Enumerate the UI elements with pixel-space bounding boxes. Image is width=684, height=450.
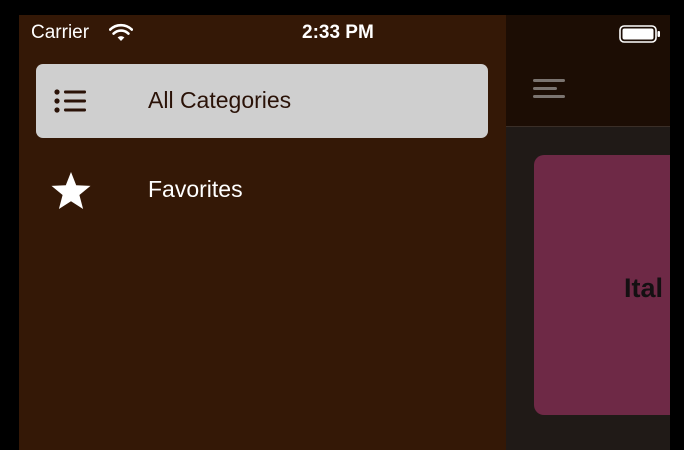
navigation-drawer: All Categories Favorites [19, 15, 506, 450]
wifi-icon [109, 23, 133, 41]
main-content: Ital [506, 15, 670, 450]
drawer-item-favorites[interactable]: Favorites [36, 153, 488, 227]
category-card-title: Ital [624, 273, 664, 303]
carrier-label: Carrier [31, 22, 90, 43]
drawer-item-label: All Categories [148, 87, 292, 113]
status-time: 2:33 PM [302, 22, 374, 43]
drawer-item-label: Favorites [148, 176, 243, 202]
status-bar: Carrier 2:33 PM [19, 15, 670, 51]
category-card[interactable]: Ital [534, 155, 670, 415]
list-icon [54, 89, 86, 113]
phone-screen: Ital All Categories Favorites Carrier 2:… [19, 15, 670, 450]
hamburger-menu-icon[interactable] [533, 77, 567, 101]
battery-icon [619, 25, 660, 43]
drawer-item-all-categories[interactable]: All Categories [36, 64, 488, 138]
star-icon [51, 172, 91, 209]
